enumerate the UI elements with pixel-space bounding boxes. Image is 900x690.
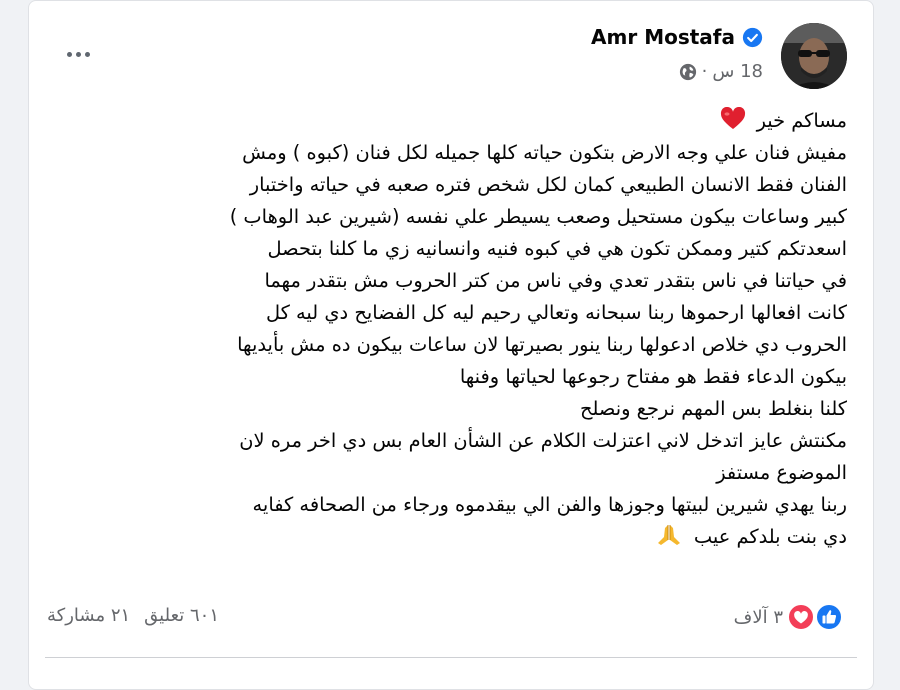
reaction-icons (787, 603, 843, 631)
reactions-summary[interactable]: ٣ آلاف (734, 603, 843, 631)
engagement-counts: ٦٠١ تعليق ٢١ مشاركة (47, 605, 219, 626)
post-line: في حياتنا في ناس بتقدر تعدي وفي ناس من ك… (264, 269, 847, 292)
post-line: مكنتش عايز اتدخل لاني اعتزلت الكلام عن ا… (239, 429, 847, 452)
author-header: Amr Mostafa (591, 25, 763, 49)
post-line: كلنا بنغلط بس المهم نرجع ونصلح (579, 397, 847, 420)
post-line: بيكون الدعاء فقط هو مفتاح رجوعها لحياتها… (459, 365, 847, 388)
avatar[interactable] (781, 23, 847, 89)
meta-separator: · (701, 61, 708, 82)
praying-hands-emoji-icon (657, 525, 680, 545)
post-line: كانت افعالها ارحموها ربنا سبحانه وتعالي … (265, 301, 847, 324)
more-options-button[interactable] (61, 39, 95, 69)
post-time[interactable]: 18 س (712, 61, 763, 82)
post-line-text: مساكم خير (756, 109, 847, 132)
post-line: ربنا يهدي شيرين لبيتها وجوزها والفن الي … (252, 493, 847, 516)
post-line-text: دي بنت بلدكم عيب (693, 525, 847, 548)
shares-count[interactable]: ٢١ مشاركة (47, 605, 130, 626)
post-line: اسعدتكم كتير وممكن تكون هي في كبوه فنيه … (267, 237, 847, 260)
post-line: مفيش فنان علي وجه الارض بتكون حياته كلها… (242, 141, 847, 164)
author-name[interactable]: Amr Mostafa (591, 25, 735, 49)
heart-emoji-icon (721, 106, 746, 129)
love-reaction-icon (787, 603, 815, 631)
reactions-count[interactable]: ٣ آلاف (734, 607, 783, 628)
post-line: الفنان فقط الانسان الطبيعي كمان لكل شخص … (249, 173, 847, 196)
like-reaction-icon (815, 603, 843, 631)
more-options-icon-dot (75, 51, 81, 57)
comments-count[interactable]: ٦٠١ تعليق (144, 605, 219, 626)
post-line: مساكم خير (63, 105, 847, 137)
post-text: مساكم خير مفيش فنان علي وجه الارض بتكون … (63, 105, 847, 553)
more-options-icon (66, 51, 72, 57)
avatar-photo (781, 23, 847, 89)
globe-icon[interactable] (679, 63, 697, 81)
post-line: كبير وساعات بيكون مستحيل وصعب يسيطر علي … (229, 205, 847, 228)
post-line: دي بنت بلدكم عيب (63, 521, 847, 553)
more-options-icon-dot (84, 51, 90, 57)
post-meta: 18 س · (679, 61, 763, 82)
divider (45, 657, 857, 658)
post-line: الحروب دي خلاص ادعولها ربنا ينور بصيرتها… (237, 333, 847, 356)
post-card: Amr Mostafa 18 س · مساكم خير مفيش فنان ع… (28, 0, 874, 690)
verified-badge-icon (742, 27, 763, 47)
post-line: الموضوع مستفز (716, 461, 847, 484)
